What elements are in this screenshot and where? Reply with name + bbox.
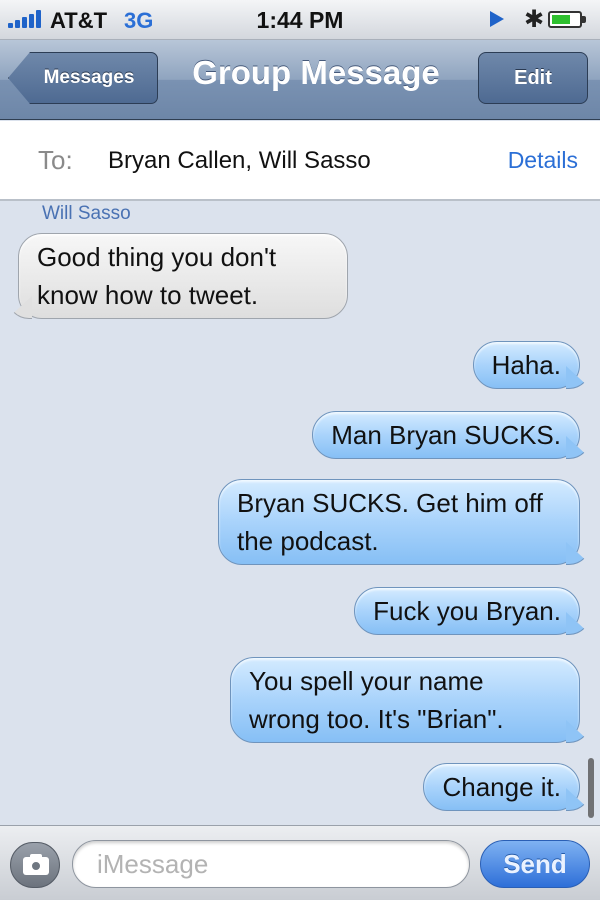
camera-button[interactable]: [10, 842, 60, 888]
recipients-bar: To: Bryan Callen, Will Sasso Details: [0, 121, 600, 201]
message-bubble-outgoing[interactable]: Bryan SUCKS. Get him off the podcast.: [218, 479, 580, 565]
message-thread[interactable]: Will Sasso Good thing you don't know how…: [0, 203, 600, 825]
sender-name: Will Sasso: [42, 203, 131, 224]
message-bubble-outgoing[interactable]: You spell your name wrong too. It's "Bri…: [230, 657, 580, 743]
message-bubble-outgoing[interactable]: Haha.: [472, 341, 580, 389]
location-arrow-icon: [490, 11, 504, 27]
message-input[interactable]: [72, 840, 470, 888]
navigation-bar: Messages Group Message Edit: [0, 40, 600, 120]
message-bubble-outgoing[interactable]: Fuck you Bryan.: [354, 587, 580, 635]
details-button[interactable]: Details: [508, 147, 578, 174]
bluetooth-icon: ✱: [524, 6, 545, 33]
message-bubble-outgoing[interactable]: Change it.: [423, 763, 580, 811]
send-button[interactable]: Send: [480, 840, 590, 888]
scroll-indicator[interactable]: [588, 758, 594, 818]
recipient-names[interactable]: Bryan Callen, Will Sasso: [108, 147, 371, 175]
status-bar: AT&T 3G 1:44 PM ✱: [0, 0, 600, 40]
page-title: Group Message: [192, 54, 440, 91]
message-bubble-incoming[interactable]: Good thing you don't know how to tweet.: [18, 233, 348, 319]
composer-bar: Send: [0, 825, 600, 900]
back-button[interactable]: Messages: [8, 52, 158, 104]
status-time: 1:44 PM: [256, 7, 344, 33]
edit-button[interactable]: Edit: [478, 52, 588, 104]
battery-icon: [548, 11, 586, 28]
message-bubble-outgoing[interactable]: Man Bryan SUCKS.: [312, 411, 580, 459]
to-label: To:: [38, 145, 73, 175]
